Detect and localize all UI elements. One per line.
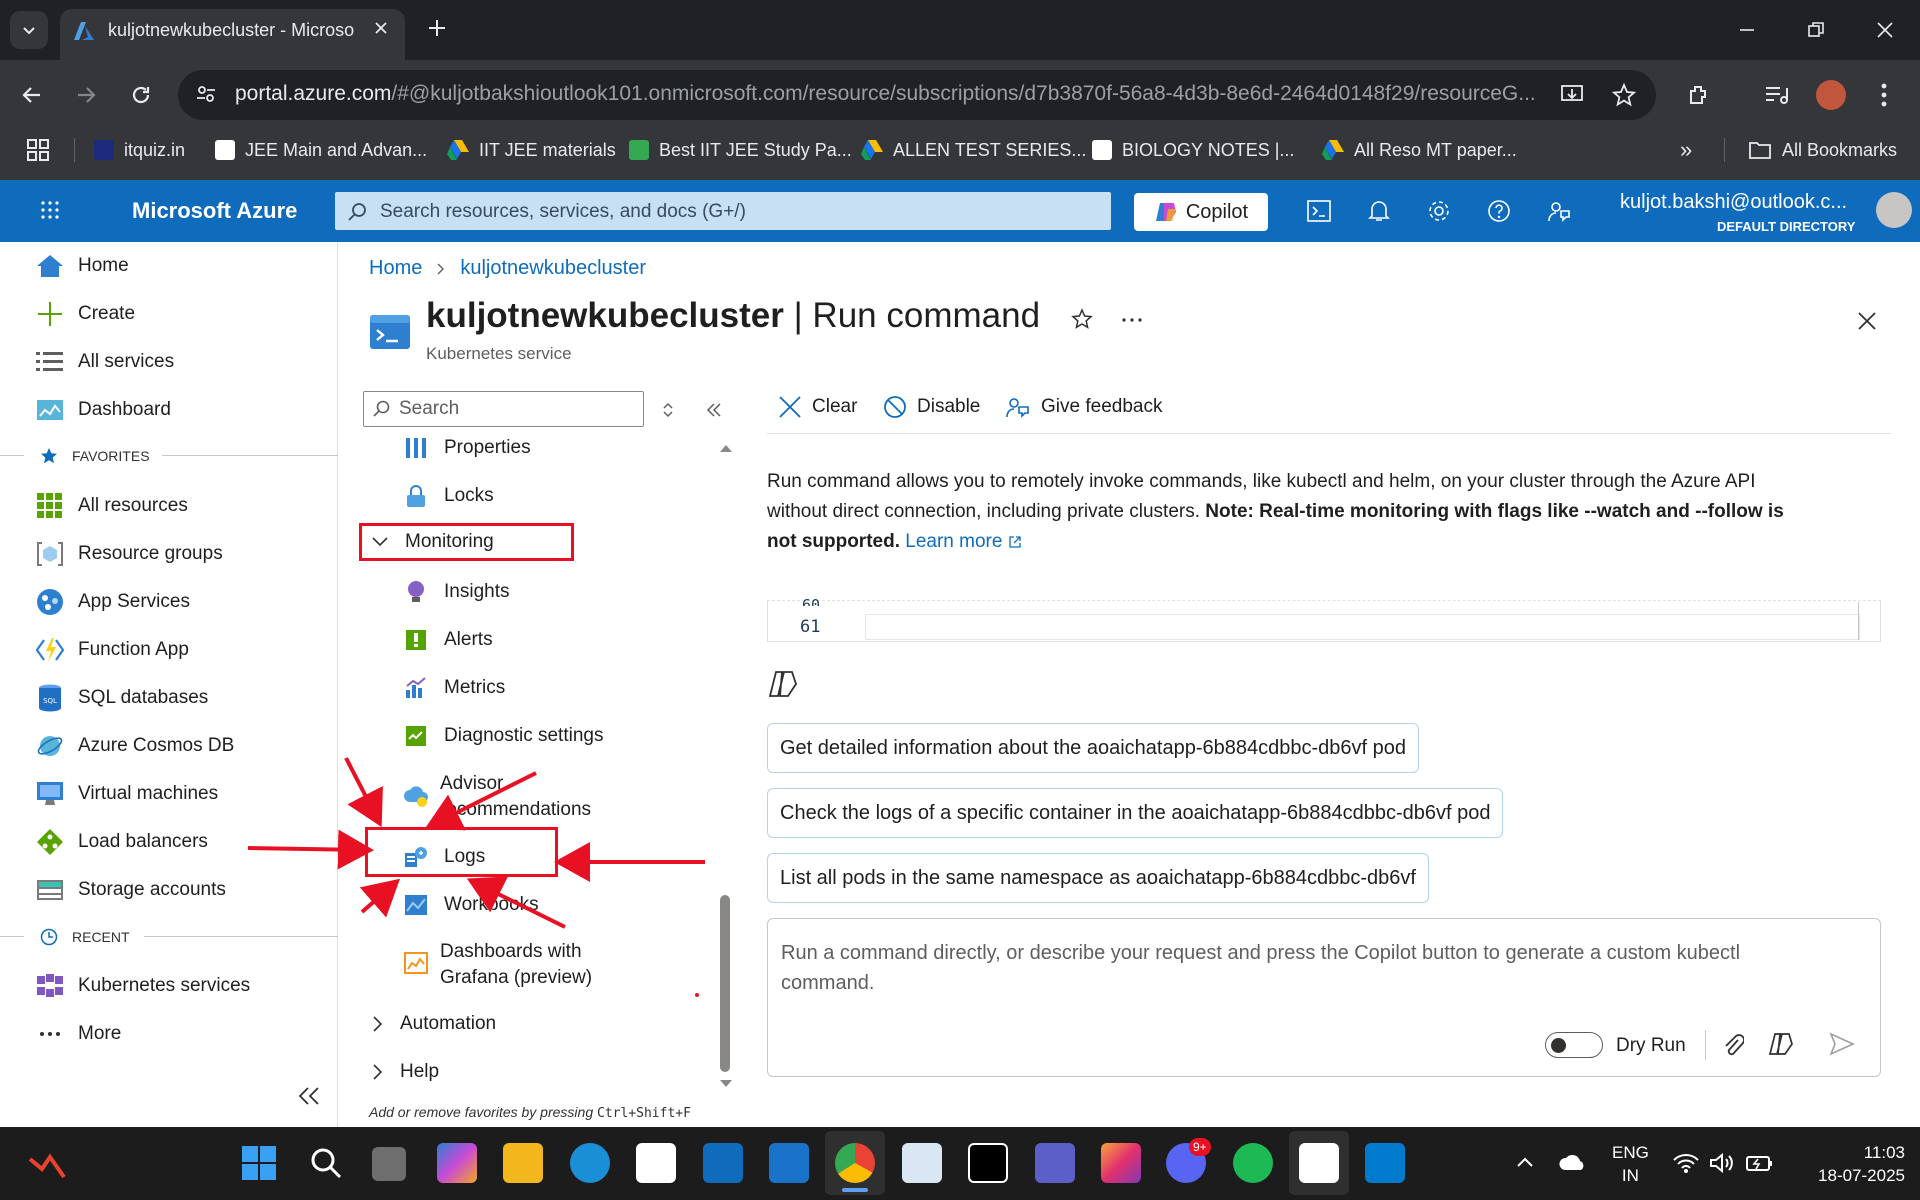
copilot-app-icon[interactable]	[437, 1143, 477, 1183]
file-explorer-icon[interactable]	[503, 1143, 543, 1183]
annotation-arrows	[247, 757, 705, 929]
tray-chevron-up-icon[interactable]	[1516, 1156, 1534, 1168]
export-app-icon[interactable]	[1299, 1143, 1339, 1183]
active-app-indicator	[842, 1188, 868, 1192]
volume-icon[interactable]	[1709, 1152, 1735, 1174]
battery-icon[interactable]	[1745, 1152, 1773, 1174]
onedrive-icon[interactable]	[1558, 1154, 1586, 1172]
store-icon[interactable]	[636, 1143, 676, 1183]
wifi-icon[interactable]	[1673, 1152, 1699, 1174]
instagram-icon[interactable]	[1101, 1143, 1141, 1183]
discord-badge: 9+	[1189, 1138, 1211, 1156]
edge-icon[interactable]	[570, 1143, 610, 1183]
taskbar-search-icon[interactable]	[309, 1146, 343, 1180]
clock[interactable]: 11:03 18-07-2025	[1795, 1141, 1905, 1187]
snipping-tool-icon[interactable]	[902, 1143, 942, 1183]
task-view-icon[interactable]	[372, 1147, 406, 1181]
chrome-icon[interactable]	[835, 1143, 875, 1183]
clipchamp-icon[interactable]	[1035, 1143, 1075, 1183]
outlook-icon[interactable]	[769, 1143, 809, 1183]
x-twitter-icon[interactable]	[968, 1143, 1008, 1183]
spotify-icon[interactable]	[1233, 1143, 1273, 1183]
vscode-icon[interactable]	[1365, 1143, 1405, 1183]
windows-start-icon[interactable]	[241, 1145, 277, 1181]
language-indicator[interactable]: ENG IN	[1612, 1141, 1649, 1187]
widgets-icon[interactable]	[28, 1147, 68, 1181]
azure-app-icon[interactable]	[703, 1143, 743, 1183]
